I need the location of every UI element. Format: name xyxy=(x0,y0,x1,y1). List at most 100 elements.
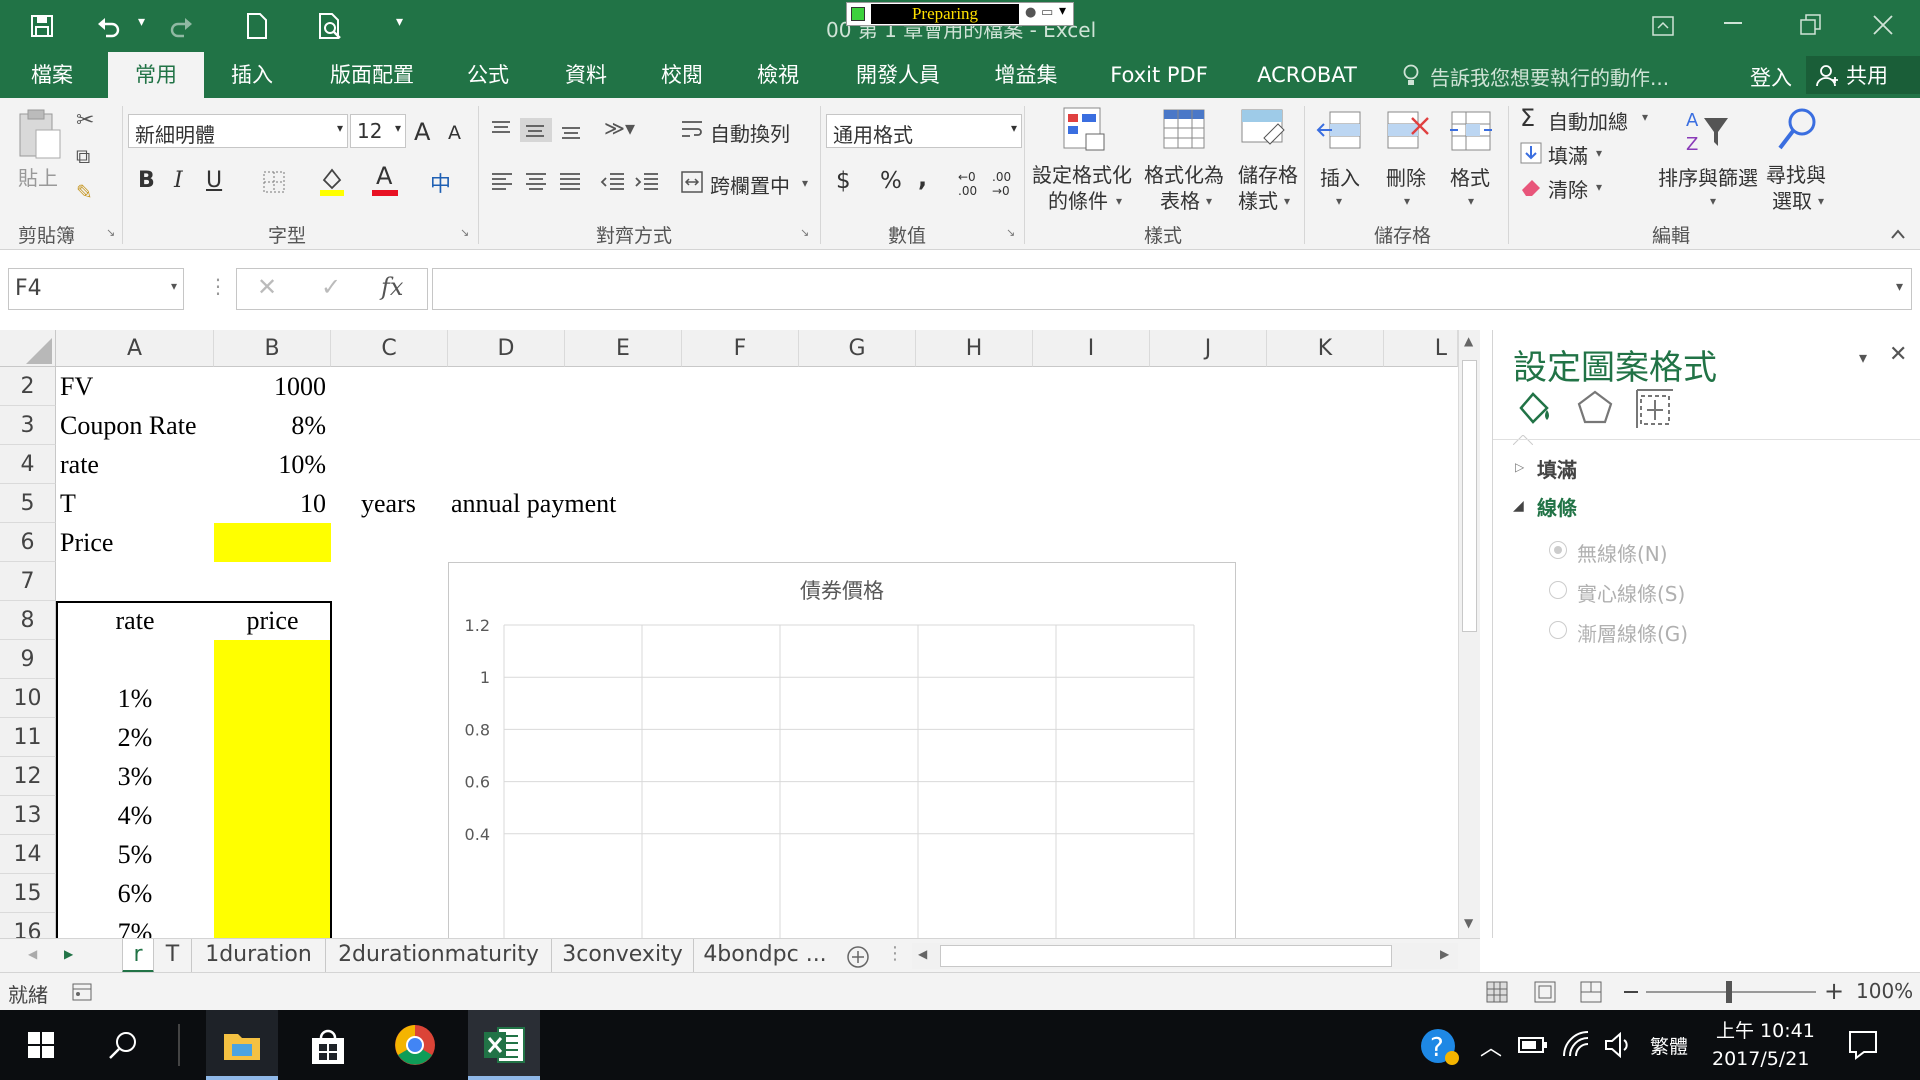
save-icon[interactable] xyxy=(30,14,54,38)
insert-cells-icon[interactable] xyxy=(1316,108,1364,152)
sheet-tab-3convexity[interactable]: 3convexity xyxy=(552,939,694,973)
tab-foxit-pdf[interactable]: Foxit PDF xyxy=(1104,52,1214,98)
name-box[interactable]: F4 ▾ xyxy=(8,268,184,310)
store-icon[interactable] xyxy=(308,1026,348,1066)
row-header[interactable]: 7 xyxy=(0,562,56,601)
paste-icon[interactable] xyxy=(14,108,62,160)
orientation-icon[interactable]: ≫▾ xyxy=(604,116,635,140)
size-properties-icon[interactable] xyxy=(1635,388,1675,428)
confirm-edit-icon[interactable]: ✓ xyxy=(321,273,341,301)
italic-button[interactable]: I xyxy=(174,168,183,193)
pane-close-icon[interactable]: ✕ xyxy=(1889,342,1907,367)
collapse-icon[interactable]: ◢ xyxy=(1513,498,1524,514)
cell-b4[interactable]: 10% xyxy=(214,445,326,484)
format-cells-icon[interactable] xyxy=(1448,108,1494,152)
column-header-i[interactable]: I xyxy=(1033,330,1150,367)
tab-acrobat[interactable]: ACROBAT xyxy=(1252,52,1362,98)
tab-view[interactable]: 檢視 xyxy=(742,52,814,98)
font-color-button[interactable]: A xyxy=(372,162,402,196)
cell-a14[interactable]: 5% xyxy=(56,835,214,874)
restore-icon[interactable] xyxy=(1800,14,1822,36)
column-header-h[interactable]: H xyxy=(916,330,1033,367)
format-cells-button[interactable]: 格式 xyxy=(1450,162,1490,191)
chrome-icon[interactable] xyxy=(394,1024,436,1066)
camera-icon[interactable]: ▭ xyxy=(1041,5,1053,20)
show-hidden-icons[interactable]: ︿ xyxy=(1480,1030,1502,1062)
cell-b6-fill[interactable] xyxy=(214,523,331,562)
signin-link[interactable]: 登入 xyxy=(1750,62,1792,92)
macro-record-icon[interactable] xyxy=(72,983,92,1001)
sort-filter-icon[interactable]: AZ xyxy=(1684,108,1732,154)
windows-start-icon[interactable] xyxy=(28,1032,54,1058)
cell-b5[interactable]: 10 xyxy=(214,484,326,523)
cell-a8[interactable]: rate xyxy=(56,601,214,640)
cell-b3[interactable]: 8% xyxy=(214,406,326,445)
undo-dropdown-icon[interactable]: ▾ xyxy=(138,14,145,30)
tab-home[interactable]: 常用 xyxy=(108,52,204,98)
tab-insert[interactable]: 插入 xyxy=(214,52,290,98)
horizontal-align-icons[interactable] xyxy=(490,170,594,194)
cell-a16[interactable]: 7% xyxy=(56,913,214,938)
cell-c5[interactable]: years xyxy=(361,484,416,523)
column-header-a[interactable]: A xyxy=(56,330,214,367)
conditional-formatting-icon[interactable] xyxy=(1062,106,1106,152)
format-painter-icon[interactable]: ✎ xyxy=(76,180,93,204)
chart-plot-area[interactable]: 1.2 1 0.8 0.6 0.4 xyxy=(449,563,1235,938)
font-name-select[interactable]: 新細明體 ▾ xyxy=(128,114,348,148)
row-header[interactable]: 10 xyxy=(0,679,56,718)
row-header[interactable]: 2 xyxy=(0,367,56,406)
fill-section-header[interactable]: 填滿 xyxy=(1537,454,1577,483)
find-select-icon[interactable] xyxy=(1776,106,1820,154)
volume-icon[interactable] xyxy=(1604,1032,1632,1058)
print-preview-icon[interactable] xyxy=(318,12,344,40)
column-header-c[interactable]: C xyxy=(331,330,448,367)
clock-time[interactable]: 上午 10:41 xyxy=(1716,1016,1815,1043)
comma-button[interactable]: , xyxy=(918,164,927,192)
clock-date[interactable]: 2017/5/21 xyxy=(1712,1048,1809,1070)
alignment-launcher-icon[interactable]: ↘ xyxy=(800,226,809,239)
currency-button[interactable]: $ xyxy=(836,168,851,194)
row-header[interactable]: 12 xyxy=(0,757,56,796)
minimize-icon[interactable] xyxy=(1724,22,1742,24)
zoom-in-icon[interactable]: + xyxy=(1824,977,1844,1005)
format-as-table-label-2[interactable]: 表格 xyxy=(1160,188,1200,214)
share-button[interactable]: 共用 xyxy=(1806,56,1920,94)
cell-a4[interactable]: rate xyxy=(60,445,99,484)
format-as-table-icon[interactable] xyxy=(1162,108,1208,152)
fill-line-icon[interactable] xyxy=(1515,388,1555,428)
tab-review[interactable]: 校閱 xyxy=(646,52,718,98)
sheet-tab-t[interactable]: T xyxy=(154,939,192,973)
add-sheet-icon[interactable] xyxy=(846,945,870,969)
insert-cells-button[interactable]: 插入 xyxy=(1320,162,1360,191)
undo-icon[interactable] xyxy=(96,14,122,38)
scroll-tabs-left-icon[interactable]: ◀ xyxy=(28,947,37,961)
font-launcher-icon[interactable]: ↘ xyxy=(460,226,469,239)
fill-button[interactable]: 填滿 xyxy=(1548,140,1588,169)
cell-a10[interactable]: 1% xyxy=(56,679,214,718)
tab-addins[interactable]: 增益集 xyxy=(986,52,1066,98)
cell-styles-label-1[interactable]: 儲存格 xyxy=(1238,162,1298,188)
decrease-decimal-button[interactable]: .00 →0 xyxy=(992,170,1020,198)
vertical-scroll-thumb[interactable] xyxy=(1462,360,1477,632)
merge-center-icon[interactable] xyxy=(680,170,704,194)
autosum-icon[interactable]: Σ xyxy=(1520,104,1535,132)
cell-a3[interactable]: Coupon Rate xyxy=(60,406,197,445)
sheet-tab-1duration[interactable]: 1duration xyxy=(192,939,326,973)
tab-developer[interactable]: 開發人員 xyxy=(848,52,948,98)
tell-me-input[interactable]: 告訴我您想要執行的動作... xyxy=(1430,62,1669,91)
ime-indicator[interactable]: 繁體 xyxy=(1650,1032,1688,1059)
cut-icon[interactable]: ✂ xyxy=(76,108,94,133)
grow-font-button[interactable]: A xyxy=(414,118,430,146)
scroll-left-icon[interactable]: ◀ xyxy=(918,947,927,961)
tab-file[interactable]: 檔案 xyxy=(16,52,88,98)
column-header-k[interactable]: K xyxy=(1267,330,1384,367)
horizontal-scroll-thumb[interactable] xyxy=(940,945,1392,967)
row-header[interactable]: 5 xyxy=(0,484,56,523)
format-as-table-label-1[interactable]: 格式化為 xyxy=(1144,162,1224,188)
row-header[interactable]: 11 xyxy=(0,718,56,757)
cell-a2[interactable]: FV xyxy=(60,367,93,406)
vertical-scrollbar[interactable]: ▲ ▼ xyxy=(1458,330,1480,938)
underline-button[interactable]: U xyxy=(206,168,222,193)
wrap-text-button[interactable]: 自動換列 xyxy=(710,118,790,147)
conditional-formatting-label-2[interactable]: 的條件 xyxy=(1048,188,1108,214)
